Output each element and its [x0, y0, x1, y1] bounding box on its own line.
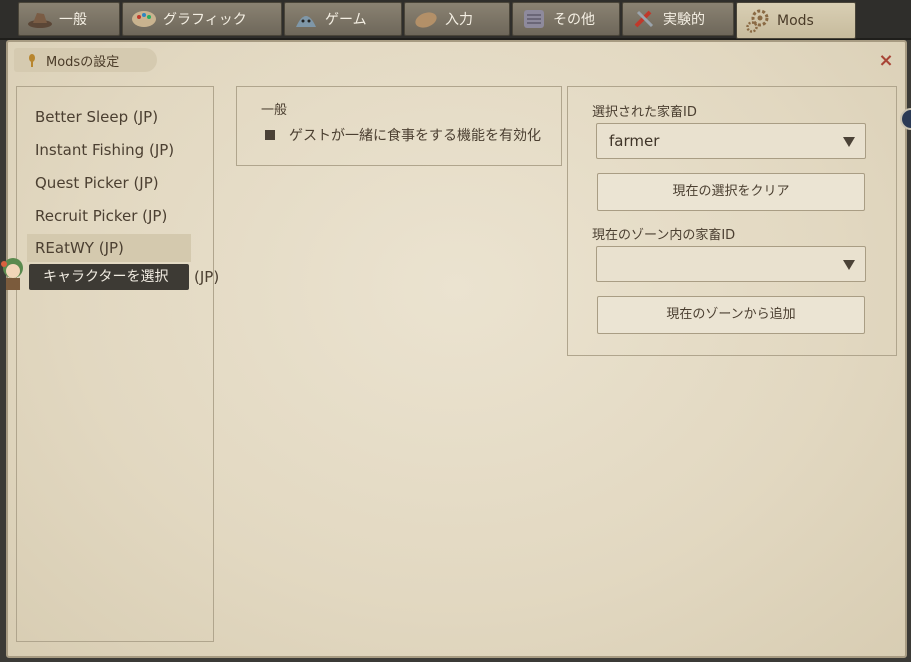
- character-sprite-icon: [0, 256, 26, 292]
- window-title-plate: Modsの設定: [14, 48, 157, 72]
- tab-label: 入力: [445, 12, 473, 28]
- hat-icon: [27, 8, 53, 30]
- dropdown-arrow-icon: [843, 137, 855, 147]
- tab-input[interactable]: 入力: [404, 2, 510, 36]
- guest-eating-label[interactable]: ゲストが一緒に食事をする機能を有効化: [289, 125, 541, 145]
- tools-icon: [631, 8, 657, 30]
- key-icon: [24, 52, 40, 68]
- dropdown-arrow-icon: [843, 260, 855, 270]
- clear-selection-button[interactable]: 現在の選択をクリア: [597, 173, 865, 211]
- gears-icon: [745, 9, 771, 33]
- tab-label: グラフィック: [163, 12, 247, 28]
- guest-eating-checkbox[interactable]: [265, 130, 275, 140]
- tab-graphics[interactable]: グラフィック: [122, 2, 282, 36]
- slime-icon: [293, 8, 319, 30]
- mod-list-item[interactable]: Instant Fishing (JP): [27, 136, 174, 164]
- tab-game[interactable]: ゲーム: [284, 2, 402, 36]
- tab-label: 実験的: [663, 12, 705, 28]
- mod-list-item[interactable]: Recruit Picker (JP): [27, 202, 167, 230]
- mod-list: Better Sleep (JP) Instant Fishing (JP) Q…: [16, 86, 214, 642]
- mod-list-item[interactable]: Quest Picker (JP): [27, 169, 159, 197]
- tooltip-select-character: キャラクターを選択: [29, 264, 189, 290]
- selected-livestock-label: 選択された家畜ID: [592, 105, 697, 120]
- livestock-id-panel: 選択された家畜ID farmer 現在の選択をクリア 現在のゾーン内の家畜ID …: [567, 86, 897, 356]
- mod-list-item[interactable]: Better Sleep (JP): [27, 103, 158, 131]
- mod-list-item-selected[interactable]: REatWY (JP): [27, 234, 191, 262]
- partial-mod-item: (JP): [194, 268, 220, 286]
- mods-settings-window: Modsの設定 × Better Sleep (JP) Instant Fish…: [1, 40, 907, 658]
- mitten-icon: [413, 8, 439, 30]
- palette-icon: [131, 8, 157, 30]
- tab-experimental[interactable]: 実験的: [622, 2, 734, 36]
- settings-tab-bar: 一般 グラフィック ゲーム 入力 その他 実験的 Mods: [0, 0, 911, 40]
- tab-label: その他: [553, 12, 595, 28]
- zone-livestock-dropdown[interactable]: [596, 246, 866, 282]
- section-title: 一般: [261, 103, 288, 118]
- tab-label: 一般: [59, 12, 87, 28]
- edge-badge-icon: [898, 104, 911, 134]
- tab-label: ゲーム: [325, 12, 367, 28]
- tab-label: Mods: [777, 12, 814, 29]
- selected-livestock-dropdown[interactable]: farmer: [596, 123, 866, 159]
- tab-general[interactable]: 一般: [18, 2, 120, 36]
- tab-other[interactable]: その他: [512, 2, 620, 36]
- general-settings-panel: 一般 ゲストが一緒に食事をする機能を有効化: [236, 86, 562, 166]
- dropdown-value: farmer: [609, 132, 660, 150]
- zone-livestock-label: 現在のゾーン内の家畜ID: [592, 228, 736, 243]
- tablet-icon: [521, 8, 547, 30]
- close-button[interactable]: ×: [877, 52, 895, 70]
- add-from-zone-button[interactable]: 現在のゾーンから追加: [597, 296, 865, 334]
- window-title: Modsの設定: [46, 54, 120, 70]
- tab-mods[interactable]: Mods: [736, 2, 856, 39]
